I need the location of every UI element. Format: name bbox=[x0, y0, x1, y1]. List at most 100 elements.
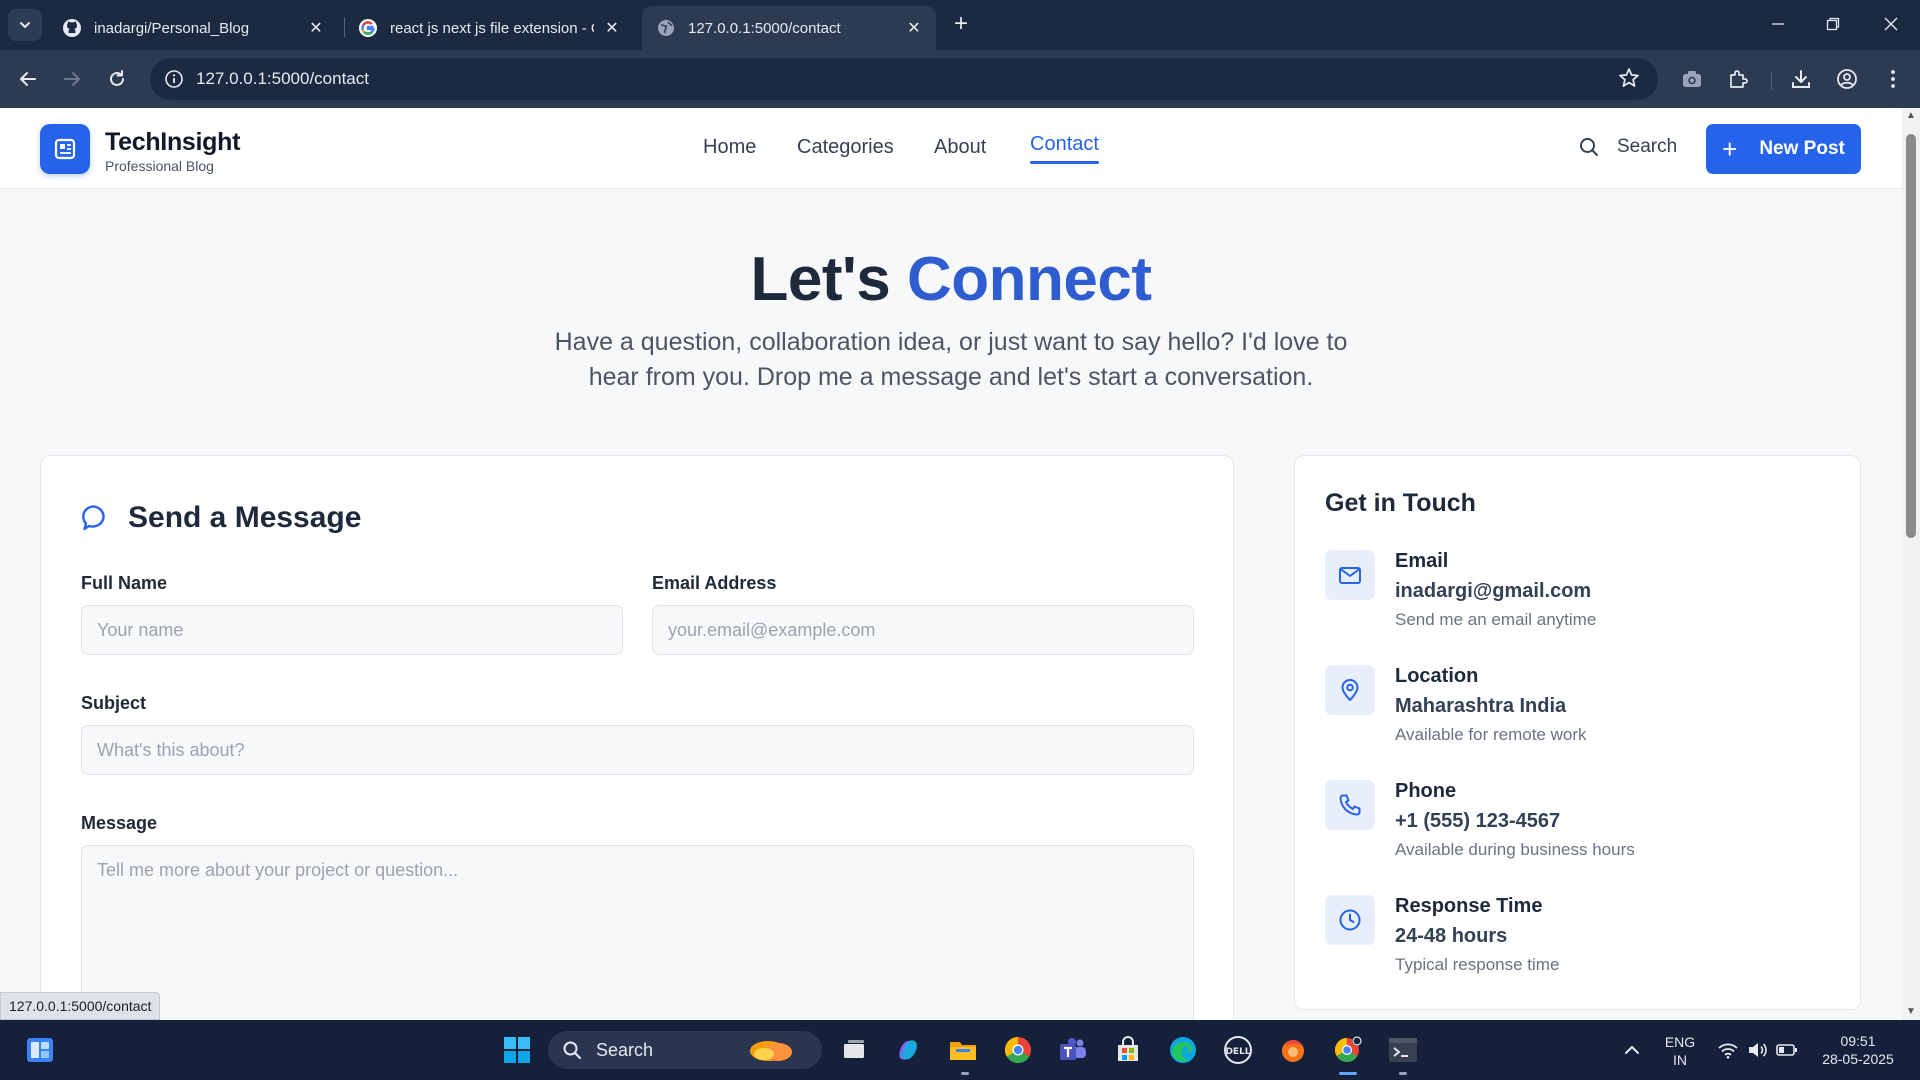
nav-categories[interactable]: Categories bbox=[797, 136, 894, 159]
new-post-label: New Post bbox=[1759, 138, 1845, 159]
reload-button[interactable] bbox=[102, 64, 132, 94]
brand[interactable]: TechInsight Professional Blog bbox=[105, 128, 240, 174]
dell-icon[interactable]: DELL bbox=[1222, 1034, 1254, 1066]
back-button[interactable] bbox=[13, 64, 43, 94]
email-placeholder: your.email@example.com bbox=[668, 619, 876, 640]
contact-response-value: 24-48 hours bbox=[1395, 925, 1508, 947]
url-text[interactable]: 127.0.0.1:5000/contact bbox=[196, 69, 369, 89]
nav-about[interactable]: About bbox=[934, 136, 986, 159]
wifi-icon[interactable] bbox=[1712, 1034, 1744, 1066]
new-tab-button[interactable]: + bbox=[948, 12, 974, 38]
language-indicator[interactable]: ENG IN bbox=[1664, 1033, 1696, 1069]
search-icon bbox=[1580, 138, 1598, 156]
microsoft-store-icon[interactable] bbox=[1112, 1034, 1144, 1066]
running-indicator bbox=[961, 1072, 969, 1075]
toolbar-separator bbox=[1771, 72, 1772, 90]
download-icon[interactable] bbox=[1788, 66, 1814, 92]
app-icon[interactable] bbox=[1277, 1034, 1309, 1066]
email-input[interactable]: your.email@example.com bbox=[652, 605, 1194, 655]
chevron-up-icon[interactable] bbox=[1616, 1034, 1648, 1066]
close-window-button[interactable] bbox=[1871, 8, 1911, 40]
full-name-placeholder: Your name bbox=[97, 619, 184, 640]
contact-note: Typical response time bbox=[1395, 955, 1560, 974]
subject-placeholder: What's this about? bbox=[97, 739, 245, 760]
close-tab-icon[interactable]: ✕ bbox=[904, 18, 924, 38]
brand-tagline: Professional Blog bbox=[105, 158, 214, 174]
header-search-button[interactable]: Search bbox=[1578, 136, 1677, 158]
extensions-puzzle-icon[interactable] bbox=[1725, 66, 1751, 92]
web-page: TechInsight Professional Blog Home Categ… bbox=[0, 108, 1902, 1020]
reload-icon bbox=[110, 70, 124, 86]
minimize-button[interactable] bbox=[1758, 8, 1798, 40]
browser-tab-bar: inadargi/Personal_Blog ✕ react js next j… bbox=[0, 0, 1920, 50]
google-icon bbox=[358, 18, 378, 38]
full-name-input[interactable]: Your name bbox=[81, 605, 623, 655]
contact-info-card: Get in Touch Email inadargi@gmail.com Se… bbox=[1294, 455, 1861, 1010]
forward-button[interactable] bbox=[57, 64, 87, 94]
contact-item-response-time: Response Time 24-48 hours Typical respon… bbox=[1325, 895, 1825, 990]
scroll-up-icon[interactable]: ▲ bbox=[1905, 110, 1917, 122]
contact-email-value[interactable]: inadargi@gmail.com bbox=[1395, 580, 1591, 603]
widgets-icon[interactable] bbox=[24, 1034, 56, 1066]
site-logo[interactable] bbox=[40, 124, 90, 174]
message-textarea[interactable]: Tell me more about your project or quest… bbox=[81, 845, 1194, 1020]
close-tab-icon[interactable]: ✕ bbox=[306, 18, 326, 38]
link-status-bubble: 127.0.0.1:5000/contact bbox=[0, 992, 161, 1020]
contact-card-title: Get in Touch bbox=[1325, 489, 1476, 517]
volume-icon[interactable] bbox=[1742, 1034, 1774, 1066]
chrome-active-icon[interactable] bbox=[1332, 1034, 1364, 1066]
new-post-button[interactable]: + New Post bbox=[1706, 124, 1861, 174]
contact-phone-value[interactable]: +1 (555) 123-4567 bbox=[1395, 810, 1560, 833]
weather-decoration-icon bbox=[750, 1041, 792, 1061]
tab-search-button[interactable] bbox=[8, 9, 42, 41]
subject-input[interactable]: What's this about? bbox=[81, 725, 1194, 775]
tab-google-search[interactable]: react js next js file extension - G ✕ bbox=[344, 6, 634, 50]
taskbar-search[interactable]: Search bbox=[548, 1031, 822, 1069]
battery-icon[interactable] bbox=[1771, 1034, 1803, 1066]
chrome-icon[interactable] bbox=[1002, 1034, 1034, 1066]
profile-icon[interactable] bbox=[1834, 66, 1860, 92]
nav-contact[interactable]: Contact bbox=[1030, 133, 1099, 164]
email-label: Email Address bbox=[652, 573, 777, 593]
file-explorer-icon[interactable] bbox=[947, 1034, 979, 1066]
contact-item-phone: Phone +1 (555) 123-4567 Available during… bbox=[1325, 780, 1825, 875]
message-label: Message bbox=[81, 813, 158, 833]
teams-icon[interactable] bbox=[1057, 1034, 1089, 1066]
edge-icon[interactable] bbox=[1167, 1034, 1199, 1066]
site-info-icon[interactable] bbox=[162, 67, 186, 91]
copilot-icon[interactable] bbox=[892, 1034, 924, 1066]
page-scrollbar[interactable]: ▲ ▼ bbox=[1902, 108, 1920, 1020]
region-text: IN bbox=[1673, 1052, 1687, 1068]
contact-note: Send me an email anytime bbox=[1395, 610, 1597, 629]
bookmark-star-icon[interactable] bbox=[1618, 67, 1640, 94]
newspaper-icon bbox=[54, 138, 76, 160]
restore-button[interactable] bbox=[1813, 8, 1853, 40]
form-title: Send a Message bbox=[81, 501, 361, 535]
camera-icon[interactable] bbox=[1679, 66, 1705, 92]
contact-location-value: Maharashtra India bbox=[1395, 695, 1567, 717]
terminal-icon[interactable] bbox=[1387, 1034, 1419, 1066]
nav-home[interactable]: Home bbox=[703, 136, 756, 159]
scroll-down-icon[interactable]: ▼ bbox=[1905, 1006, 1917, 1018]
scrollbar-thumb[interactable] bbox=[1906, 134, 1916, 538]
tab-github[interactable]: inadargi/Personal_Blog ✕ bbox=[48, 6, 338, 50]
address-bar[interactable]: 127.0.0.1:5000/contact bbox=[150, 58, 1658, 100]
phone-icon bbox=[1325, 780, 1375, 830]
close-tab-icon[interactable]: ✕ bbox=[602, 18, 622, 38]
tab-contact-active[interactable]: 127.0.0.1:5000/contact ✕ bbox=[642, 6, 936, 50]
chat-bubble-icon bbox=[82, 505, 105, 531]
contact-label: Location bbox=[1395, 665, 1479, 687]
more-menu-icon[interactable] bbox=[1880, 66, 1906, 92]
chevron-down-icon bbox=[20, 22, 30, 29]
windows-start-icon[interactable] bbox=[501, 1034, 533, 1066]
title-prefix: Let's bbox=[750, 245, 891, 314]
task-view-icon[interactable] bbox=[838, 1034, 870, 1066]
location-pin-icon bbox=[1325, 665, 1375, 715]
clock-time: 09:51 bbox=[1840, 1033, 1876, 1049]
arrow-left-icon bbox=[20, 72, 36, 86]
contact-note: Available during business hours bbox=[1395, 840, 1635, 859]
clock[interactable]: 09:51 28-05-2025 bbox=[1810, 1032, 1906, 1068]
brand-name: TechInsight bbox=[105, 128, 241, 156]
globe-icon bbox=[656, 18, 676, 38]
message-placeholder: Tell me more about your project or quest… bbox=[97, 860, 459, 880]
